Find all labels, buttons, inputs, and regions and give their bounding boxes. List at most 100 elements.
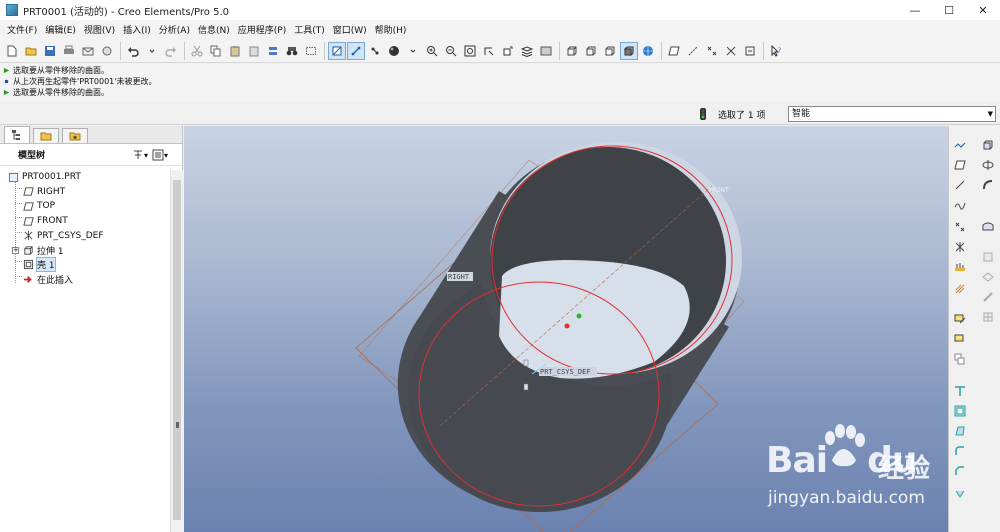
print-button[interactable] (60, 42, 78, 60)
reorient-button[interactable] (480, 42, 498, 60)
csys-label[interactable]: PRT_CSYS_DEF (540, 368, 591, 376)
revolve-tool-button[interactable] (979, 156, 997, 174)
zoom-in-button[interactable] (423, 42, 441, 60)
round-tool-button[interactable] (951, 442, 969, 460)
new-button[interactable] (3, 42, 21, 60)
menu-view[interactable]: 视图(V) (80, 23, 119, 36)
expand-toggle[interactable]: + (12, 246, 19, 254)
cut-button[interactable] (188, 42, 206, 60)
draft-tool-button[interactable] (951, 422, 969, 440)
selection-filter-select[interactable]: 智能 ▼ (788, 106, 996, 122)
menu-help[interactable]: 帮助(H) (371, 23, 411, 36)
right-plane-label[interactable]: RIGHT (448, 273, 470, 281)
save-button[interactable] (41, 42, 59, 60)
close-button[interactable]: ✕ (966, 0, 1000, 20)
boundary-tool-button[interactable] (979, 248, 997, 266)
open-button[interactable] (22, 42, 40, 60)
hole-tool-button[interactable] (951, 484, 969, 502)
menu-info[interactable]: 信息(N) (194, 23, 234, 36)
menu-file[interactable]: 文件(F) (3, 23, 41, 36)
scroll-thumb[interactable] (173, 180, 181, 520)
hidden-line-button[interactable] (582, 42, 600, 60)
tab-favorites[interactable] (62, 128, 88, 143)
datum-points-display-button[interactable] (703, 42, 721, 60)
refit-button[interactable] (461, 42, 479, 60)
minimize-button[interactable]: — (898, 0, 932, 20)
menu-window[interactable]: 窗口(W) (329, 23, 371, 36)
shaded-button[interactable] (620, 41, 638, 60)
rib-tool-button[interactable] (951, 382, 969, 400)
edit-tool-button[interactable] (951, 330, 969, 348)
paste-button[interactable] (226, 42, 244, 60)
model-tree-toggle-button[interactable] (639, 42, 657, 60)
menu-insert[interactable]: 插入(I) (119, 23, 155, 36)
menu-tools[interactable]: 工具(T) (290, 23, 329, 36)
datum-planes-display-button[interactable] (665, 42, 683, 60)
undo-dropdown[interactable] (143, 42, 161, 60)
tree-settings-button[interactable]: ▾ (130, 148, 150, 162)
send-button[interactable] (98, 42, 116, 60)
find-button[interactable] (283, 42, 301, 60)
tree-item-shell[interactable]: 壳 1 (0, 257, 182, 273)
sketch-tool-button[interactable] (951, 310, 969, 328)
tab-folder-browser[interactable] (33, 128, 59, 143)
merge-tool-button[interactable] (979, 268, 997, 286)
extrude-tool-button[interactable] (979, 136, 997, 154)
sweep-tool-button[interactable] (979, 176, 997, 194)
view-manager-button[interactable] (537, 42, 555, 60)
point-tool-button[interactable] (951, 218, 969, 236)
panel-resize-handle[interactable] (176, 422, 179, 428)
shell-tool-button[interactable] (951, 402, 969, 420)
axis-tool-button[interactable] (951, 176, 969, 194)
csys-display-button[interactable] (722, 42, 740, 60)
copy-button[interactable] (207, 42, 225, 60)
tree-show-button[interactable]: ▾ (150, 148, 170, 162)
paste-special-button[interactable] (245, 42, 263, 60)
datum-axes-display-button[interactable] (684, 42, 702, 60)
tab-model-tree[interactable] (4, 126, 30, 143)
tree-item-insert-here[interactable]: 在此插入 (0, 272, 182, 287)
plane-tool-button[interactable] (951, 156, 969, 174)
datum-display-button[interactable] (328, 41, 346, 60)
regenerate-button[interactable] (264, 42, 282, 60)
shading-dropdown[interactable] (404, 42, 422, 60)
menu-edit[interactable]: 编辑(E) (41, 23, 80, 36)
menu-applications[interactable]: 应用程序(P) (234, 23, 290, 36)
chamfer-tool-button[interactable] (951, 462, 969, 480)
axis-display-button[interactable] (347, 41, 365, 60)
shading-button[interactable] (385, 42, 403, 60)
context-help-button[interactable]: ? (767, 42, 785, 60)
model-tree-scrollbar[interactable] (170, 170, 183, 532)
insert-feature-button[interactable] (951, 350, 969, 368)
thicken-tool-button[interactable] (979, 308, 997, 326)
tree-item-top-plane[interactable]: TOP (0, 199, 182, 214)
layers-button[interactable] (518, 42, 536, 60)
trim-tool-button[interactable] (979, 288, 997, 306)
redo-button[interactable] (162, 42, 180, 60)
no-hidden-button[interactable] (601, 42, 619, 60)
tree-item-extrude[interactable]: + 拉伸 1 (0, 243, 182, 258)
annotation-display-button[interactable] (741, 42, 759, 60)
saved-views-button[interactable] (499, 42, 517, 60)
menu-analysis[interactable]: 分析(A) (155, 23, 194, 36)
tree-item-csys[interactable]: PRT_CSYS_DEF (0, 228, 182, 243)
email-button[interactable] (79, 42, 97, 60)
zoom-out-button[interactable] (442, 42, 460, 60)
csys-tag-marker (523, 359, 529, 367)
csys-tool-button[interactable] (951, 238, 969, 256)
tree-item-front-plane[interactable]: FRONT (0, 214, 182, 229)
select-box-button[interactable] (302, 42, 320, 60)
tree-item-right-plane[interactable]: RIGHT (0, 185, 182, 200)
front-plane-label[interactable]: FRONT (708, 186, 730, 194)
blend-tool-button[interactable] (979, 218, 997, 236)
point-display-button[interactable] (366, 42, 384, 60)
maximize-button[interactable]: ☐ (932, 0, 966, 20)
undo-button[interactable] (124, 42, 142, 60)
wireframe-button[interactable] (563, 42, 581, 60)
pattern-tool-button[interactable] (951, 280, 969, 298)
cylinder-body[interactable] (397, 142, 742, 512)
tree-item-part[interactable]: PRT0001.PRT (0, 170, 182, 185)
curve-tool-button[interactable] (951, 196, 969, 214)
datum-plane-tool-button[interactable] (951, 136, 969, 154)
analysis-tool-button[interactable] (951, 258, 969, 276)
